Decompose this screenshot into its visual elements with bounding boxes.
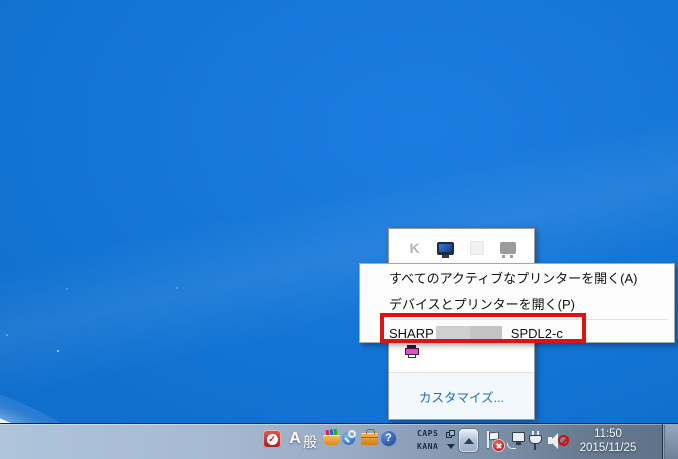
menu-item-open-active-printers[interactable]: すべてのアクティブなプリンターを開く(A)	[360, 266, 674, 292]
menu-item-open-devices-and-printers[interactable]: デバイスとプリンターを開く(P)	[360, 292, 674, 318]
ime-input-mode-button[interactable]: A	[288, 430, 302, 448]
dictionary-search-icon[interactable]	[342, 430, 359, 447]
error-badge-icon	[493, 440, 504, 451]
faded-app-icon[interactable]	[461, 237, 492, 259]
language-bar-restore-icon[interactable]	[446, 430, 455, 438]
show-desktop-button[interactable]	[665, 424, 678, 459]
restore-front-square	[449, 430, 455, 436]
flyout-customize-section: カスタマイズ...	[389, 372, 534, 419]
show-desktop-divider	[662, 424, 663, 459]
caps-indicator[interactable]: CAPS	[417, 429, 438, 438]
clock-date: 2015/11/25	[572, 441, 644, 455]
ime-pad-icon[interactable]	[323, 431, 340, 446]
wallpaper-sparkle	[6, 334, 8, 336]
wallpaper-sparkle	[57, 350, 59, 352]
printer-paper	[408, 354, 416, 358]
network-cable	[507, 443, 516, 449]
kana-indicator[interactable]: KANA	[417, 442, 438, 451]
help-icon[interactable]: ?	[380, 430, 397, 447]
ime-conversion-mode-button[interactable]: 般	[303, 432, 317, 452]
display-monitor-icon[interactable]	[430, 237, 461, 259]
printer-name-prefix: SHARP	[389, 326, 434, 341]
plug-head	[529, 435, 542, 444]
security-shield-icon[interactable]: ✓	[263, 430, 281, 448]
show-hidden-icons-button[interactable]	[458, 428, 479, 453]
taskbar-clock[interactable]: 11:50 2015/11/25	[572, 427, 644, 455]
taskbar: ✓ A 般 ? CAPS KANA	[0, 423, 678, 459]
menu-item-sharp-printer[interactable]: SHARP SPDL2-c	[360, 322, 674, 345]
volume-muted-icon[interactable]	[548, 432, 569, 450]
wallpaper-sparkle	[176, 287, 178, 289]
shield-ring: ✓	[267, 434, 278, 445]
action-center-flag-icon[interactable]	[485, 431, 504, 451]
desktop-wallpaper: K カスタマイズ... すべてのアクティブなプリンターを開く(A) デバイスとプ…	[0, 0, 678, 459]
generic-device-icon[interactable]	[492, 237, 523, 259]
language-bar-menu-icon[interactable]	[447, 444, 455, 449]
generic-device-glyph	[500, 242, 516, 254]
display-monitor-glyph	[437, 242, 454, 255]
chevron-up-icon	[464, 438, 474, 444]
customize-link[interactable]: カスタマイズ...	[419, 387, 504, 406]
network-stand	[516, 442, 521, 445]
ime-pad-basket	[323, 435, 340, 445]
redacted-printer-model	[436, 326, 502, 340]
printer-status-icon[interactable]	[405, 345, 419, 358]
faded-app-glyph	[470, 241, 484, 255]
shield-check: ✓	[268, 435, 276, 444]
ime-toolbox-icon[interactable]	[361, 433, 378, 445]
speaker-box	[548, 437, 552, 444]
power-plug-icon[interactable]	[529, 431, 543, 450]
wallpaper-light-streak	[0, 57, 678, 454]
network-monitor	[512, 432, 525, 442]
printer-name-suffix: SPDL2-c	[511, 326, 563, 341]
plug-cord	[534, 444, 536, 450]
tray-overflow-icon-grid: K	[399, 237, 525, 259]
magnifier-lens	[348, 430, 356, 438]
clock-time: 11:50	[572, 427, 644, 441]
mute-slash-icon	[558, 435, 569, 446]
antivirus-k-icon[interactable]: K	[399, 237, 430, 259]
wallpaper-sparkle	[66, 288, 68, 290]
printer-context-menu: すべてのアクティブなプリンターを開く(A) デバイスとプリンターを開く(P) S…	[359, 263, 675, 343]
antivirus-k-glyph: K	[409, 240, 419, 256]
menu-separator	[389, 319, 668, 320]
network-icon[interactable]	[507, 432, 525, 449]
